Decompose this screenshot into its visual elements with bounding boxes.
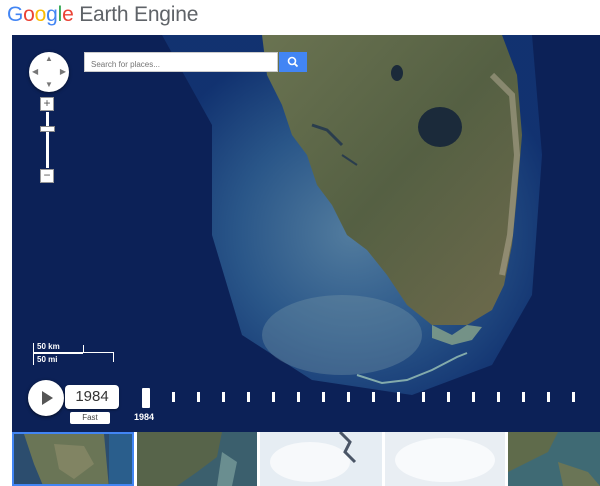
timeline-tick[interactable] xyxy=(447,392,450,402)
pan-right-icon[interactable]: ▶ xyxy=(60,68,66,76)
current-year-display: 1984 xyxy=(65,385,119,409)
speed-button[interactable]: Fast xyxy=(70,412,110,424)
timeline-tick[interactable] xyxy=(397,392,400,402)
thumbnail-strip xyxy=(12,432,600,486)
zoom-slider-track[interactable] xyxy=(46,112,49,168)
timeline-tick[interactable] xyxy=(297,392,300,402)
timeline-tick[interactable] xyxy=(347,392,350,402)
search-button[interactable] xyxy=(279,52,307,72)
search-input[interactable] xyxy=(84,52,278,72)
pan-down-icon[interactable]: ▼ xyxy=(45,81,53,89)
timeline-tick[interactable] xyxy=(497,392,500,402)
thumbnail-1[interactable] xyxy=(12,432,134,486)
thumbnail-3-image xyxy=(260,432,382,486)
pan-control[interactable]: ▲ ▼ ◀ ▶ xyxy=(29,52,69,92)
scale-imperial-label: 50 mi xyxy=(37,355,58,364)
timeline-tick[interactable] xyxy=(372,392,375,402)
play-icon xyxy=(42,391,53,405)
app-header: Google Earth Engine xyxy=(0,0,600,34)
timeline-tick[interactable] xyxy=(572,392,575,402)
scale-metric-label: 50 km xyxy=(37,342,60,351)
timeline-tick[interactable] xyxy=(547,392,550,402)
pan-left-icon[interactable]: ◀ xyxy=(32,68,38,76)
map-scale: 50 km 50 mi xyxy=(29,340,119,366)
satellite-map[interactable]: ▲ ▼ ◀ ▶ + − 50 km 50 mi 1984 Fast 1984 xyxy=(12,35,600,432)
logo-product-name: Earth Engine xyxy=(79,3,199,26)
google-earth-engine-logo[interactable]: Google Earth Engine xyxy=(7,3,198,27)
play-button[interactable] xyxy=(28,380,64,416)
thumbnail-4[interactable] xyxy=(385,432,505,486)
timeline-slider[interactable]: 1984 xyxy=(132,383,600,423)
timeline-tick[interactable] xyxy=(522,392,525,402)
timeline-tick[interactable] xyxy=(472,392,475,402)
thumbnail-2-image xyxy=(137,432,257,486)
timeline-tick[interactable] xyxy=(322,392,325,402)
pan-up-icon[interactable]: ▲ xyxy=(45,55,53,63)
thumbnail-5-image xyxy=(508,432,600,486)
thumbnail-4-image xyxy=(385,432,505,486)
timeline-tick[interactable] xyxy=(172,392,175,402)
thumbnail-3[interactable] xyxy=(260,432,382,486)
timeline-handle[interactable] xyxy=(142,388,150,408)
zoom-in-button[interactable]: + xyxy=(40,97,54,111)
zoom-slider-handle[interactable] xyxy=(40,126,55,132)
thumbnail-2[interactable] xyxy=(137,432,257,486)
timeline-tick[interactable] xyxy=(272,392,275,402)
search-icon xyxy=(287,56,299,68)
timeline-tick[interactable] xyxy=(197,392,200,402)
timeline-year-label: 1984 xyxy=(134,412,155,422)
timeline-tick[interactable] xyxy=(422,392,425,402)
thumbnail-5[interactable] xyxy=(508,432,600,486)
timeline-tick[interactable] xyxy=(247,392,250,402)
map-imagery xyxy=(12,35,600,432)
zoom-out-button[interactable]: − xyxy=(40,169,54,183)
thumbnail-1-image xyxy=(14,434,132,484)
timeline-tick[interactable] xyxy=(222,392,225,402)
